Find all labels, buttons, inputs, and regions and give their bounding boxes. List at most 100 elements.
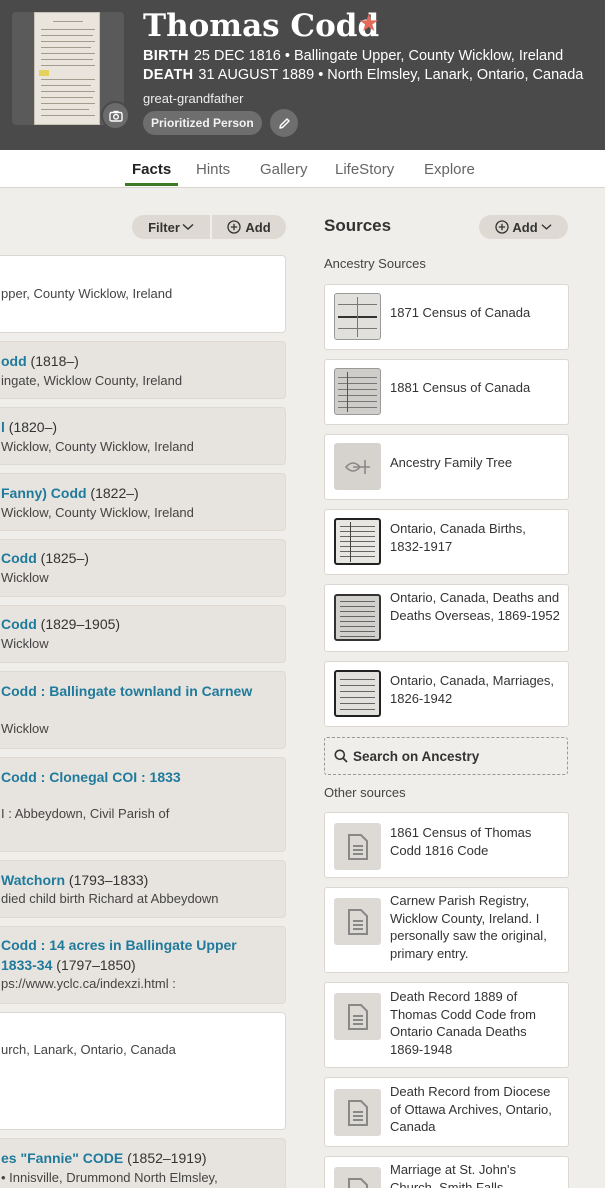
fact-years: (1820–) <box>4 419 58 435</box>
person-tabs: Facts Hints Gallery LifeStory Explore <box>0 150 605 188</box>
death-line: DEATH 31 AUGUST 1889 • North Elmsley, Lan… <box>143 67 583 83</box>
fact-years: (1829–1905) <box>36 616 121 632</box>
source-card[interactable]: Death Record 1889 of Thomas Codd Code fr… <box>324 982 569 1068</box>
leaf-icon <box>334 443 381 490</box>
fact-place: Wicklow <box>1 570 49 585</box>
camera-icon[interactable] <box>101 101 130 130</box>
fact-place: urch, Lanark, Ontario, Canada <box>1 1042 176 1057</box>
source-title: Marriage at St. John's Church, Smith Fal… <box>390 1162 517 1188</box>
document-icon <box>334 823 381 870</box>
fact-years: (1825–) <box>36 550 89 566</box>
source-card[interactable]: Ontario, Canada Births, 1832-1917 <box>324 509 569 575</box>
fact-years: (1822–) <box>86 485 139 501</box>
fact-place: Wicklow, County Wicklow, Ireland <box>1 439 194 454</box>
search-on-ancestry-label: Search on Ancestry <box>353 748 480 764</box>
census-image-icon <box>334 293 381 340</box>
tab-lifestory[interactable]: LifeStory <box>335 161 394 178</box>
source-card[interactable]: 1871 Census of Canada <box>324 284 569 350</box>
ancestry-sources-heading: Ancestry Sources <box>324 256 426 271</box>
fact-card[interactable]: pper, County Wicklow, Ireland <box>0 255 286 333</box>
active-tab-indicator <box>125 183 178 186</box>
filter-button[interactable]: Filter <box>132 215 210 239</box>
birth-label: BIRTH <box>143 48 189 64</box>
document-icon <box>334 898 381 945</box>
tab-facts[interactable]: Facts <box>132 161 171 178</box>
fact-name[interactable]: es "Fannie" CODE <box>1 1150 123 1166</box>
fact-card[interactable]: Codd : Ballingate townland in Carnew Wic… <box>0 671 286 749</box>
fact-name[interactable]: odd <box>1 353 27 369</box>
source-card[interactable]: Ontario, Canada, Marriages, 1826-1942 <box>324 661 569 727</box>
fact-name[interactable]: Codd : 14 acres in Ballingate Upper <box>1 937 237 953</box>
fact-name[interactable]: Codd <box>1 616 37 632</box>
source-card[interactable]: 1861 Census of Thomas Codd 1816 Code <box>324 812 569 878</box>
fact-place: Wicklow <box>1 636 49 651</box>
record-image-icon <box>334 518 381 565</box>
fact-years: (1852–1919) <box>123 1150 207 1166</box>
document-icon <box>334 1167 381 1188</box>
fact-name[interactable]: Fanny) Codd <box>1 485 87 501</box>
fact-card[interactable]: Fanny) Codd (1822–) Wicklow, County Wick… <box>0 473 286 531</box>
source-title: Ontario, Canada Births, 1832-1917 <box>390 521 526 554</box>
fact-card[interactable]: Codd : 14 acres in Ballingate Upper 1833… <box>0 926 286 1004</box>
add-label: Add <box>245 219 271 235</box>
document-icon <box>334 993 381 1040</box>
edit-person-button[interactable] <box>270 109 298 137</box>
tab-gallery[interactable]: Gallery <box>260 161 308 178</box>
add-source-button[interactable]: Add <box>479 215 568 239</box>
pencil-icon <box>278 117 290 129</box>
fact-name[interactable]: Codd : Clonegal COI : 1833 <box>1 769 181 785</box>
fact-card[interactable]: urch, Lanark, Ontario, Canada <box>0 1012 286 1130</box>
fact-card[interactable]: odd (1818–) ingate, Wicklow County, Irel… <box>0 341 286 399</box>
fact-name[interactable]: Codd : Ballingate townland in Carnew <box>1 683 252 699</box>
death-label: DEATH <box>143 67 194 83</box>
fact-place: Wicklow <box>1 721 49 736</box>
fact-place: ps://www.yclc.ca/indexzi.html : <box>1 976 176 991</box>
source-card[interactable]: Death Record from Diocese of Ottawa Arch… <box>324 1077 569 1147</box>
source-card[interactable]: 1881 Census of Canada <box>324 359 569 425</box>
fact-card[interactable]: es "Fannie" CODE (1852–1919) • Innisvill… <box>0 1138 286 1188</box>
source-title: Ontario, Canada, Deaths and Deaths Overs… <box>390 590 560 623</box>
source-title: Carnew Parish Registry, Wicklow County, … <box>390 893 547 961</box>
fact-card[interactable]: l (1820–) Wicklow, County Wicklow, Irela… <box>0 407 286 465</box>
fact-name[interactable]: Codd <box>1 550 37 566</box>
birth-line: BIRTH 25 DEC 1816 • Ballingate Upper, Cou… <box>143 48 563 64</box>
source-card[interactable]: Ontario, Canada, Deaths and Deaths Overs… <box>324 584 569 652</box>
relationship-label[interactable]: great-grandfather <box>143 91 243 106</box>
fact-place: • Innisville, Drummond North Elmsley, <box>1 1170 218 1185</box>
fact-place: pper, County Wicklow, Ireland <box>1 286 173 301</box>
source-card[interactable]: Ancestry Family Tree <box>324 434 569 500</box>
tab-hints[interactable]: Hints <box>196 161 230 178</box>
record-image-icon <box>334 594 381 641</box>
tab-explore[interactable]: Explore <box>424 161 475 178</box>
fact-card[interactable]: Codd : Clonegal COI : 1833 I : Abbeydown… <box>0 757 286 852</box>
add-source-label: Add <box>512 219 538 235</box>
document-thumbnail <box>34 12 100 125</box>
other-sources-heading: Other sources <box>324 785 406 800</box>
source-title: Ancestry Family Tree <box>390 455 513 470</box>
plus-circle-icon <box>495 220 510 234</box>
source-card[interactable]: Carnew Parish Registry, Wicklow County, … <box>324 887 569 973</box>
census-image-icon <box>334 368 381 415</box>
source-title: Death Record 1889 of Thomas Codd Code fr… <box>390 989 536 1057</box>
search-icon <box>334 749 348 763</box>
star-icon[interactable]: ★ <box>358 9 380 38</box>
source-card[interactable]: Marriage at St. John's Church, Smith Fal… <box>324 1156 569 1188</box>
fact-name[interactable]: Watchorn <box>1 872 65 888</box>
fact-name-cont[interactable]: 1833-34 <box>1 957 52 973</box>
fact-card[interactable]: Watchorn (1793–1833) died child birth Ri… <box>0 860 286 918</box>
fact-card[interactable]: Codd (1825–) Wicklow <box>0 539 286 597</box>
source-title: Death Record from Diocese of Ottawa Arch… <box>390 1084 552 1134</box>
source-title: 1861 Census of Thomas Codd 1816 Code <box>390 825 532 858</box>
person-header: Thomas Codd ★ BIRTH 25 DEC 1816 • Balling… <box>0 0 605 150</box>
fact-place: died child birth Richard at Abbeydown <box>1 891 219 906</box>
add-fact-button[interactable]: Add <box>212 215 286 239</box>
record-image-icon <box>334 670 381 717</box>
fact-years: (1818–) <box>26 353 79 369</box>
plus-circle-icon <box>227 220 242 234</box>
fact-card[interactable]: Codd (1829–1905) Wicklow <box>0 605 286 663</box>
search-on-ancestry-button[interactable]: Search on Ancestry <box>324 737 568 775</box>
sources-title: Sources <box>324 216 392 235</box>
chevron-down-icon <box>541 224 552 230</box>
fact-place: Wicklow, County Wicklow, Ireland <box>1 505 194 520</box>
prioritized-badge[interactable]: Prioritized Person <box>143 111 262 135</box>
